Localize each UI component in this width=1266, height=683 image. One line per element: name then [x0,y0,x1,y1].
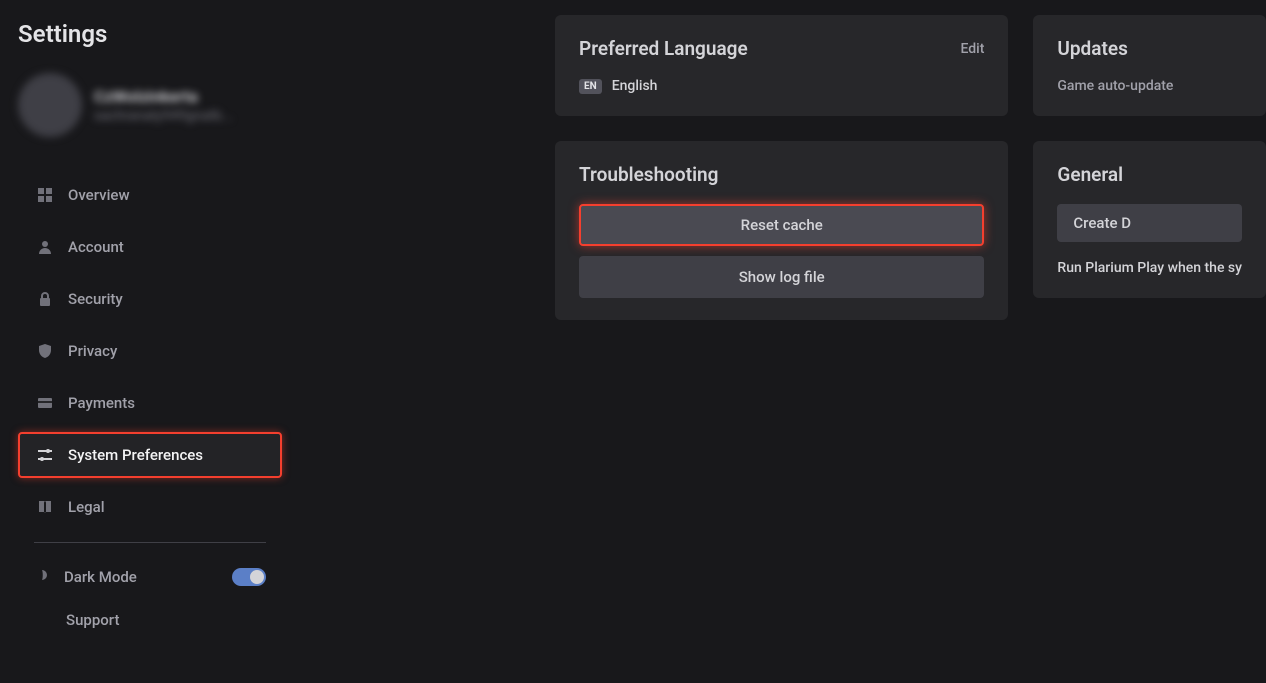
grid-icon [36,186,54,204]
dark-mode-label: Dark Mode [64,568,137,586]
sidebar-item-system-preferences[interactable]: System Preferences [18,432,282,478]
sidebar-item-label: Legal [68,498,105,516]
sidebar-item-overview[interactable]: Overview [18,172,282,218]
language-name: English [612,78,658,94]
card-title: Updates [1057,37,1242,60]
dark-mode-toggle[interactable] [232,568,266,586]
sidebar-item-label: System Preferences [68,446,203,464]
reset-cache-button[interactable]: Reset cache [579,204,984,246]
general-card: General Create D Run Plarium Play when t… [1033,141,1266,298]
sidebar-item-label: Account [68,238,124,256]
language-badge: EN [579,79,602,94]
sidebar-item-payments[interactable]: Payments [18,380,282,426]
troubleshooting-card: Troubleshooting Reset cache Show log fil… [555,141,1008,320]
create-shortcut-button[interactable]: Create D [1057,204,1242,242]
avatar [18,73,82,137]
sidebar-item-legal[interactable]: Legal [18,484,282,530]
moon-icon [34,567,50,587]
auto-update-label: Game auto-update [1057,78,1242,94]
sliders-icon [36,446,54,464]
language-row: EN English [579,78,984,94]
language-card: Preferred Language Edit EN English [555,15,1008,116]
sidebar-item-label: Security [68,290,123,308]
settings-sidebar: Settings CzWolzinkerta sachranaty949gnat… [0,0,300,683]
sidebar-item-privacy[interactable]: Privacy [18,328,282,374]
profile-section: CzWolzinkerta sachranaty949gnatb... [18,73,282,137]
show-log-button[interactable]: Show log file [579,256,984,298]
updates-card: Updates Game auto-update [1033,15,1266,116]
divider [34,542,266,543]
sidebar-item-support[interactable]: Support [18,599,282,641]
profile-name: CzWolzinkerta [94,87,233,106]
page-title: Settings [18,20,282,48]
shield-icon [36,342,54,360]
edit-link[interactable]: Edit [960,41,984,57]
card-title: Troubleshooting [579,163,984,186]
user-icon [36,238,54,256]
run-on-startup-label: Run Plarium Play when the sy [1057,260,1242,276]
profile-email: sachranaty949gnatb... [94,108,233,124]
sidebar-item-security[interactable]: Security [18,276,282,322]
sidebar-item-label: Overview [68,186,130,204]
sidebar-item-account[interactable]: Account [18,224,282,270]
card-title: Preferred Language [579,37,748,60]
book-icon [36,498,54,516]
sidebar-item-label: Support [66,611,119,629]
dark-mode-row: Dark Mode [18,555,282,599]
sidebar-item-label: Privacy [68,342,117,360]
main-content: Preferred Language Edit EN English Troub… [300,0,1266,683]
sidebar-item-label: Payments [68,394,135,412]
profile-text: CzWolzinkerta sachranaty949gnatb... [94,87,233,124]
card-icon [36,394,54,412]
card-title: General [1057,163,1242,186]
lock-icon [36,290,54,308]
